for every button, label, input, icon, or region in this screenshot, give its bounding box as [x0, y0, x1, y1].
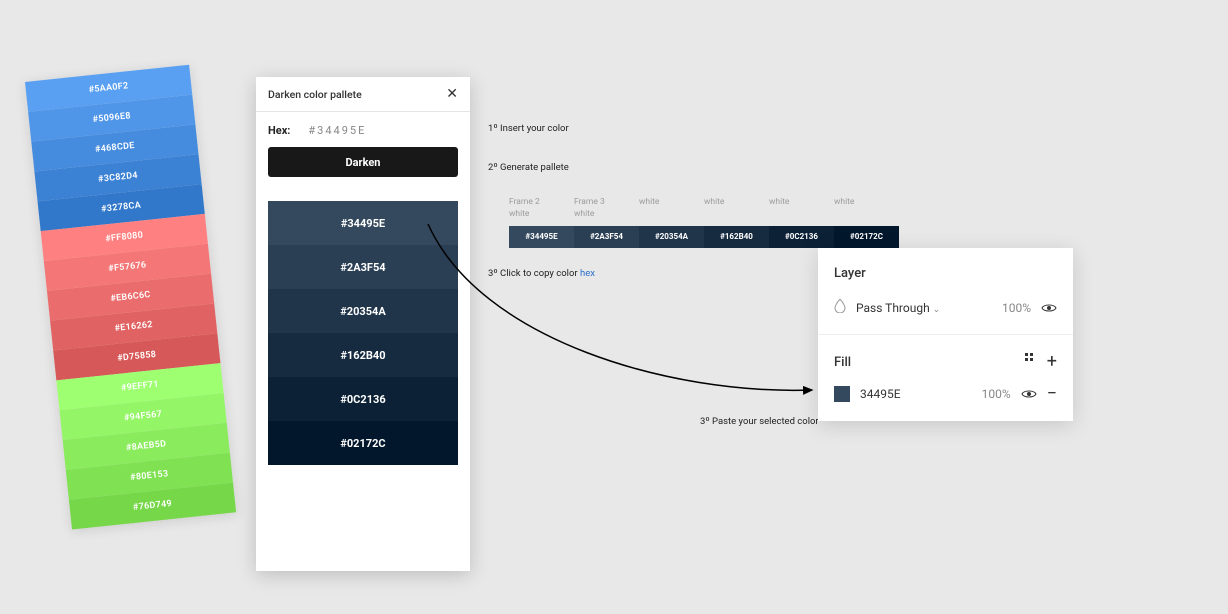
frame-sublabel: white: [834, 197, 899, 209]
close-icon[interactable]: ✕: [446, 87, 458, 101]
canvas-frames: Frame 2whiteFrame 3whitewhitewhitewhitew…: [509, 197, 899, 248]
frame-label: Frame 2white: [509, 197, 574, 221]
frame-sublabel: white: [509, 209, 574, 221]
fill-hex-input[interactable]: 34495E: [860, 387, 901, 401]
frame-sublabel: white: [769, 197, 834, 209]
fill-opacity-input[interactable]: 100%: [982, 387, 1011, 401]
hex-link[interactable]: hex: [580, 268, 595, 279]
plugin-title: Darken color pallete: [268, 88, 362, 101]
canvas-swatch[interactable]: #20354A: [639, 226, 704, 248]
instruction-step3: 3º Click to copy color hex: [488, 268, 595, 279]
hex-input-row: Hex: #34495E: [256, 112, 470, 147]
layer-section-title: Layer: [834, 266, 1057, 281]
plugin-header: Darken color pallete ✕: [256, 77, 470, 112]
chevron-down-icon: ⌄: [933, 305, 941, 315]
generated-swatch[interactable]: #02172C: [268, 421, 458, 465]
frame-sublabel: white: [704, 197, 769, 209]
canvas-swatch[interactable]: #162B40: [704, 226, 769, 248]
horizontal-swatch-strip: #34495E#2A3F54#20354A#162B40#0C2136#0217…: [509, 226, 899, 248]
blend-mode-value: Pass Through: [856, 301, 930, 315]
eye-icon[interactable]: [1021, 389, 1037, 399]
figma-layer-panel: Layer Pass Through ⌄ 100% Fill + 34495E …: [818, 248, 1073, 421]
darken-button[interactable]: Darken: [268, 147, 458, 177]
blend-mode-row: Pass Through ⌄ 100%: [834, 299, 1057, 316]
frame-label: white: [834, 197, 899, 221]
layer-opacity-input[interactable]: 100%: [1002, 301, 1031, 315]
generated-swatch[interactable]: #2A3F54: [268, 245, 458, 289]
generated-palette: #34495E#2A3F54#20354A#162B40#0C2136#0217…: [268, 201, 458, 465]
step3-text: 3º Click to copy color: [488, 268, 580, 279]
canvas-swatch[interactable]: #02172C: [834, 226, 899, 248]
canvas-swatch[interactable]: #34495E: [509, 226, 574, 248]
add-fill-button[interactable]: +: [1047, 353, 1057, 371]
hex-input[interactable]: #34495E: [308, 124, 366, 137]
blend-mode-select[interactable]: Pass Through ⌄: [856, 301, 940, 315]
generated-swatch[interactable]: #34495E: [268, 201, 458, 245]
frame-label: white: [704, 197, 769, 221]
panel-divider: [818, 334, 1073, 335]
hex-label: Hex:: [268, 124, 290, 137]
frame-label: white: [769, 197, 834, 221]
annotation-arrow: [420, 220, 830, 420]
eye-icon[interactable]: [1041, 303, 1057, 313]
example-palette-strip: #5AA0F2#5096E8#468CDE#3C82D4#3278CA#FF80…: [25, 65, 236, 530]
canvas-swatch[interactable]: #0C2136: [769, 226, 834, 248]
generated-swatch[interactable]: #0C2136: [268, 377, 458, 421]
fill-row: 34495E 100% −: [834, 385, 1057, 403]
style-icon[interactable]: [1025, 353, 1033, 371]
fill-color-swatch[interactable]: [834, 386, 850, 402]
instruction-step4: 3º Paste your selected color: [700, 416, 819, 427]
fill-section-header: Fill +: [834, 353, 1057, 371]
frame-label: Frame 3white: [574, 197, 639, 221]
frame-name: Frame 3: [574, 197, 639, 209]
frame-sublabel: white: [574, 209, 639, 221]
fill-section-title: Fill: [834, 355, 851, 370]
frame-label: white: [639, 197, 704, 221]
frame-name: Frame 2: [509, 197, 574, 209]
frame-labels-row: Frame 2whiteFrame 3whitewhitewhitewhitew…: [509, 197, 899, 221]
canvas-swatch[interactable]: #2A3F54: [574, 226, 639, 248]
darken-plugin-panel: Darken color pallete ✕ Hex: #34495E Dark…: [256, 77, 470, 571]
instruction-step2: 2º Generate pallete: [488, 162, 569, 173]
remove-fill-button[interactable]: −: [1047, 385, 1057, 403]
generated-swatch[interactable]: #20354A: [268, 289, 458, 333]
droplet-icon: [834, 299, 846, 316]
generated-swatch[interactable]: #162B40: [268, 333, 458, 377]
instruction-step1: 1º Insert your color: [488, 123, 569, 134]
frame-sublabel: white: [639, 197, 704, 209]
